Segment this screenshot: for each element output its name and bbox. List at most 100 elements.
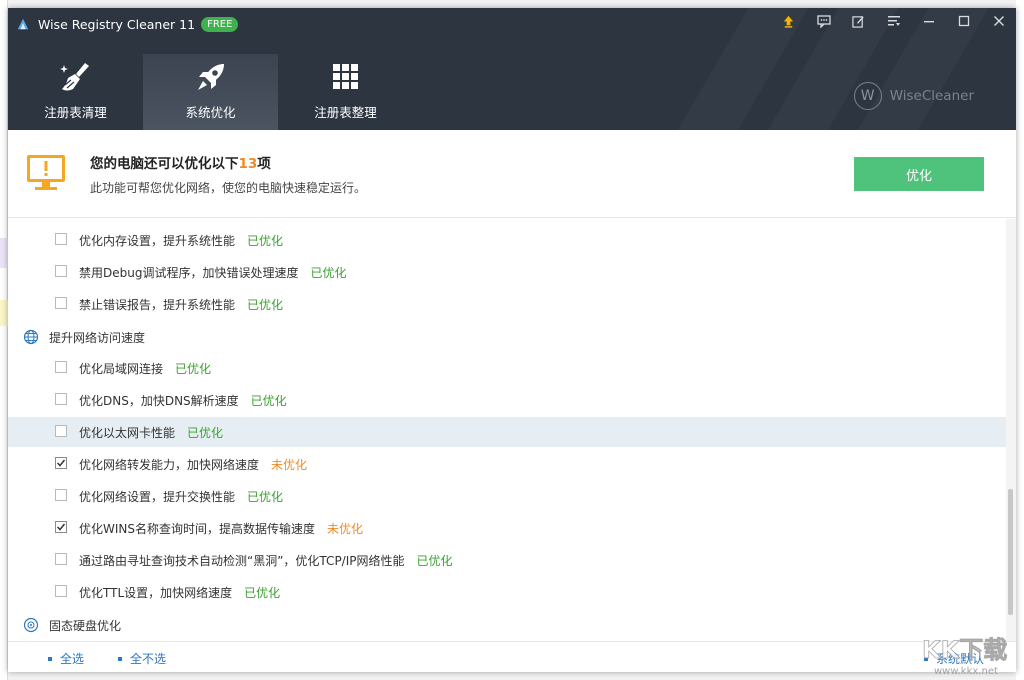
status-text: 未优化	[327, 522, 363, 536]
status-text: 已优化	[247, 490, 283, 504]
item-checkbox[interactable]	[55, 553, 67, 565]
item-checkbox[interactable]	[55, 425, 67, 437]
tab-label: 注册表清理	[44, 102, 107, 121]
info-subtitle: 此功能可帮您优化网络，使您的电脑快速稳定运行。	[90, 179, 366, 196]
info-panel: 您的电脑还可以优化以下13项 此功能可帮您优化网络，使您的电脑快速稳定运行。 优…	[8, 130, 1016, 218]
grid-icon	[328, 60, 364, 94]
item-label: 禁用Debug调试程序，加快错误处理速度已优化	[79, 264, 346, 281]
item-label: 禁止错误报告，提升系统性能已优化	[79, 296, 283, 313]
list-item[interactable]: 优化局域网连接已优化	[8, 353, 1006, 383]
item-text: 通过路由寻址查询技术自动检测“黑洞”，优化TCP/IP网络性能	[79, 554, 405, 568]
item-label: 优化WINS名称查询时间，提高数据传输速度未优化	[79, 520, 363, 537]
optimize-button[interactable]: 优化	[854, 157, 984, 191]
list-item[interactable]: 禁用Debug调试程序，加快错误处理速度已优化	[8, 257, 1006, 287]
item-checkbox[interactable]	[55, 297, 67, 309]
list-item[interactable]: 优化网络转发能力，加快网络速度未优化	[8, 449, 1006, 479]
background-strip	[0, 238, 8, 268]
category-header[interactable]: 固态硬盘优化	[8, 610, 1006, 640]
list-item[interactable]: 优化以太网卡性能已优化	[8, 417, 1006, 447]
monitor-warning-icon	[26, 154, 66, 192]
optimize-headline: 您的电脑还可以优化以下13项	[90, 152, 271, 172]
select-all-label: 全选	[60, 650, 84, 667]
category-label: 固态硬盘优化	[49, 617, 121, 634]
list-item[interactable]: 优化WINS名称查询时间，提高数据传输速度未优化	[8, 513, 1006, 543]
headline-text: 您的电脑还可以优化以下	[90, 156, 239, 172]
item-text: 优化以太网卡性能	[79, 426, 175, 440]
status-text: 已优化	[310, 266, 346, 280]
maximize-icon[interactable]	[946, 8, 981, 34]
tab-registry-clean[interactable]: 注册表清理	[8, 54, 143, 130]
item-checkbox[interactable]	[55, 393, 67, 405]
list-item[interactable]: 禁止错误报告，提升系统性能已优化	[8, 289, 1006, 319]
app-title: Wise Registry Cleaner 11	[38, 17, 195, 32]
background-strip	[0, 300, 8, 326]
background-window-left	[0, 0, 8, 680]
globe-icon	[23, 329, 39, 345]
item-label: 通过路由寻址查询技术自动检测“黑洞”，优化TCP/IP网络性能已优化	[79, 552, 453, 569]
status-text: 已优化	[417, 554, 453, 568]
headline-suffix: 项	[257, 156, 271, 172]
watermark-logo: KK下载 www.kkx.net	[918, 628, 1018, 680]
item-text: 优化网络设置，提升交换性能	[79, 490, 235, 504]
status-text: 未优化	[271, 458, 307, 472]
minimize-icon[interactable]	[911, 8, 946, 34]
window-controls	[771, 8, 1016, 34]
list-item[interactable]: 优化网络设置，提升交换性能已优化	[8, 481, 1006, 511]
item-text: 优化内存设置，提升系统性能	[79, 234, 235, 248]
select-all-link[interactable]: 全选	[48, 650, 84, 667]
bullet-icon	[48, 657, 52, 661]
scrollbar-thumb[interactable]	[1008, 489, 1013, 615]
item-label: 优化局域网连接已优化	[79, 360, 211, 377]
select-none-link[interactable]: 全不选	[118, 650, 166, 667]
item-label: 优化内存设置，提升系统性能已优化	[79, 232, 283, 249]
upgrade-icon[interactable]	[771, 8, 806, 34]
svg-text:www.kkx.net: www.kkx.net	[934, 666, 998, 677]
background-window-right	[1016, 0, 1024, 680]
app-logo-icon	[16, 17, 30, 31]
item-text: 优化DNS，加快DNS解析速度	[79, 394, 239, 408]
category-label: 提升网络访问速度	[49, 329, 145, 346]
item-text: 优化网络转发能力，加快网络速度	[79, 458, 259, 472]
list-scrollbar[interactable]	[1006, 219, 1016, 641]
item-checkbox[interactable]	[55, 457, 67, 469]
main-tabs: 注册表清理 系统优化	[8, 54, 413, 130]
item-label: 优化网络设置，提升交换性能已优化	[79, 488, 283, 505]
item-checkbox[interactable]	[55, 521, 67, 533]
item-checkbox[interactable]	[55, 361, 67, 373]
disk-icon	[23, 617, 39, 633]
item-text: 优化WINS名称查询时间，提高数据传输速度	[79, 522, 315, 536]
item-checkbox[interactable]	[55, 233, 67, 245]
optimization-list: 优化内存设置，提升系统性能已优化禁用Debug调试程序，加快错误处理速度已优化禁…	[8, 219, 1016, 641]
status-text: 已优化	[247, 298, 283, 312]
status-text: 已优化	[247, 234, 283, 248]
item-label: 优化网络转发能力，加快网络速度未优化	[79, 456, 307, 473]
item-text: 优化局域网连接	[79, 362, 163, 376]
footer: 全选 全不选 系统默认	[8, 641, 1016, 672]
menu-icon[interactable]	[876, 8, 911, 34]
list-item[interactable]: 优化TTL设置，加快网络速度已优化	[8, 577, 1006, 607]
optimize-count: 13	[239, 156, 258, 172]
close-icon[interactable]	[981, 8, 1016, 34]
item-text: 优化TTL设置，加快网络速度	[79, 586, 232, 600]
bullet-icon	[118, 657, 122, 661]
list-item[interactable]: 通过路由寻址查询技术自动检测“黑洞”，优化TCP/IP网络性能已优化	[8, 545, 1006, 575]
status-text: 已优化	[251, 394, 287, 408]
list-item[interactable]: 优化内存设置，提升系统性能已优化	[8, 225, 1006, 255]
checkmark-icon	[56, 522, 66, 532]
feedback-icon[interactable]	[806, 8, 841, 34]
broom-icon	[58, 60, 94, 94]
item-checkbox[interactable]	[55, 489, 67, 501]
tab-system-optimize[interactable]: 系统优化	[143, 54, 278, 130]
header: Wise Registry Cleaner 11 FREE	[8, 8, 1016, 130]
item-checkbox[interactable]	[55, 585, 67, 597]
category-header[interactable]: 提升网络访问速度	[8, 322, 1006, 352]
tab-registry-defrag[interactable]: 注册表整理	[278, 54, 413, 130]
edit-icon[interactable]	[841, 8, 876, 34]
item-checkbox[interactable]	[55, 265, 67, 277]
item-label: 优化TTL设置，加快网络速度已优化	[79, 584, 280, 601]
list-item[interactable]: 优化DNS，加快DNS解析速度已优化	[8, 385, 1006, 415]
item-label: 优化以太网卡性能已优化	[79, 424, 223, 441]
item-text: 禁止错误报告，提升系统性能	[79, 298, 235, 312]
tab-label: 系统优化	[185, 102, 235, 121]
rocket-icon	[193, 60, 229, 94]
